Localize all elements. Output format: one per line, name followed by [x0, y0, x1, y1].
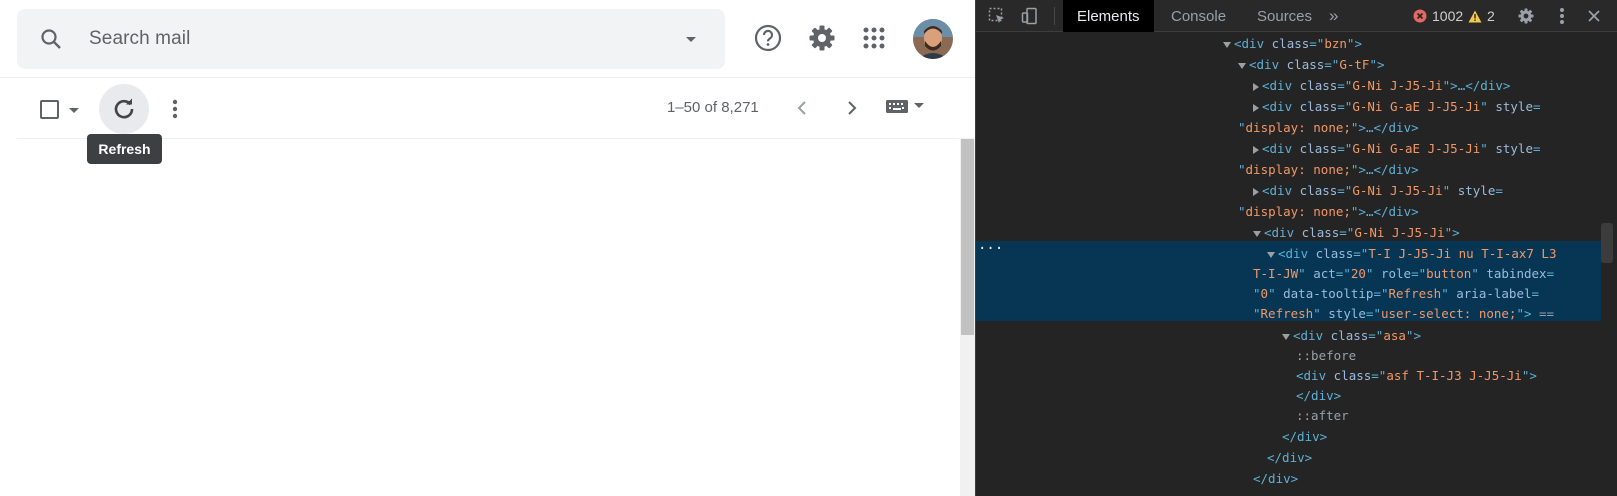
tab-elements[interactable]: Elements [1063, 0, 1154, 32]
warning-count: 2 [1487, 8, 1495, 24]
toolbar-separator [1054, 7, 1055, 25]
older-chevron-right-icon[interactable] [838, 94, 866, 122]
dom-pseudo-before[interactable]: ::before [1296, 345, 1356, 366]
settings-gear-icon[interactable] [1516, 6, 1536, 26]
search-bar[interactable]: Search mail [17, 9, 725, 69]
search-icon[interactable] [39, 27, 63, 51]
more-options-icon[interactable] [163, 94, 187, 124]
node-actions-ellipsis[interactable]: ··· [978, 241, 1003, 257]
dom-node-selected-attrs: "Refresh" style="user-select: none;"> == [1253, 306, 1555, 321]
customize-menu-icon[interactable] [1552, 6, 1572, 26]
error-icon [1413, 9, 1427, 23]
input-tools-keyboard-icon[interactable] [885, 98, 925, 114]
select-options-caret-icon[interactable] [69, 108, 79, 113]
refresh-icon [114, 98, 134, 119]
dom-node-asf[interactable]: <div class="asf T-I-J3 J-J5-Ji"> [1296, 365, 1537, 386]
dom-close-tag: </div> [1253, 471, 1299, 486]
tab-sources[interactable]: Sources [1243, 0, 1326, 32]
close-icon[interactable] [1584, 6, 1604, 26]
more-tabs-button[interactable]: » [1321, 0, 1346, 32]
settings-gear-icon[interactable] [806, 22, 838, 54]
dom-close-tag: </div> [1282, 429, 1328, 444]
account-avatar[interactable] [913, 19, 953, 59]
dom-node-style-continuation: "display: none;">…</div> [1238, 162, 1419, 177]
device-toolbar-icon[interactable] [1020, 6, 1040, 26]
error-count: 1002 [1432, 8, 1464, 24]
pagination-range: 1–50 of 8,271 [667, 99, 759, 116]
dom-node-selected-refresh[interactable]: <div class="T-I J-J5-Ji nu T-I-ax7 L3 [1267, 243, 1557, 264]
tab-console[interactable]: Console [1157, 0, 1240, 32]
elements-dom-tree: ··· <div class="bzn"> <div class="G-tF">… [976, 33, 1617, 496]
dom-node-asa[interactable]: <div class="asa"> [1282, 325, 1421, 346]
dom-node-selected-attrs: T-I-JW" act="20" role="button" tabindex= [1253, 266, 1555, 281]
select-all-checkbox[interactable] [40, 100, 59, 119]
error-count-badge[interactable]: 1002 [1413, 8, 1463, 24]
search-input[interactable]: Search mail [89, 28, 190, 50]
dom-close-tag: </div> [1296, 388, 1342, 403]
dom-node-selected-attrs: "0" data-tooltip="Refresh" aria-label= [1253, 286, 1540, 301]
mail-toolbar: 1–50 of 8,271 [0, 78, 975, 138]
gmail-pane: Search mail 1–50 of 8,271 Refresh [0, 0, 975, 496]
refresh-tooltip: Refresh [87, 134, 162, 164]
refresh-button[interactable] [99, 84, 149, 134]
devtools-pane: Elements Console Sources » 1002 2 ··· <d… [975, 0, 1617, 496]
devtools-toolbar: Elements Console Sources » 1002 2 [976, 0, 1617, 32]
search-options-dropdown-icon[interactable] [679, 27, 703, 51]
dom-close-tag: </div> [1267, 450, 1313, 465]
dom-node-style-continuation: "display: none;">…</div> [1238, 204, 1419, 219]
dom-node-collapsed[interactable]: <div class="G-Ni G-aE J-J5-Ji" style= [1253, 138, 1541, 159]
warning-count-badge[interactable]: 2 [1468, 8, 1495, 24]
warning-icon [1468, 10, 1482, 22]
dom-node-collapsed[interactable]: <div class="G-Ni G-aE J-J5-Ji" style= [1253, 96, 1541, 117]
dom-node-style-continuation: "display: none;">…</div> [1238, 120, 1419, 135]
dom-pseudo-after[interactable]: ::after [1296, 405, 1349, 426]
newer-chevron-left-icon[interactable] [788, 94, 816, 122]
help-icon[interactable] [752, 22, 784, 54]
mail-scrollbar-thumb[interactable] [961, 139, 974, 335]
dom-node-g-ni[interactable]: <div class="G-Ni J-J5-Ji"> [1253, 222, 1460, 243]
dom-node-bzn[interactable]: <div class="bzn"> [1223, 33, 1362, 54]
inspect-element-icon[interactable] [987, 6, 1007, 26]
apps-grid-icon[interactable] [858, 22, 890, 54]
dom-node-g-tf[interactable]: <div class="G-tF"> [1238, 54, 1385, 75]
dom-node-collapsed[interactable]: <div class="G-Ni J-J5-Ji">…</div> [1253, 75, 1510, 96]
dom-node-collapsed[interactable]: <div class="G-Ni J-J5-Ji" style= [1253, 180, 1503, 201]
tree-scrollbar-thumb[interactable] [1601, 223, 1613, 263]
